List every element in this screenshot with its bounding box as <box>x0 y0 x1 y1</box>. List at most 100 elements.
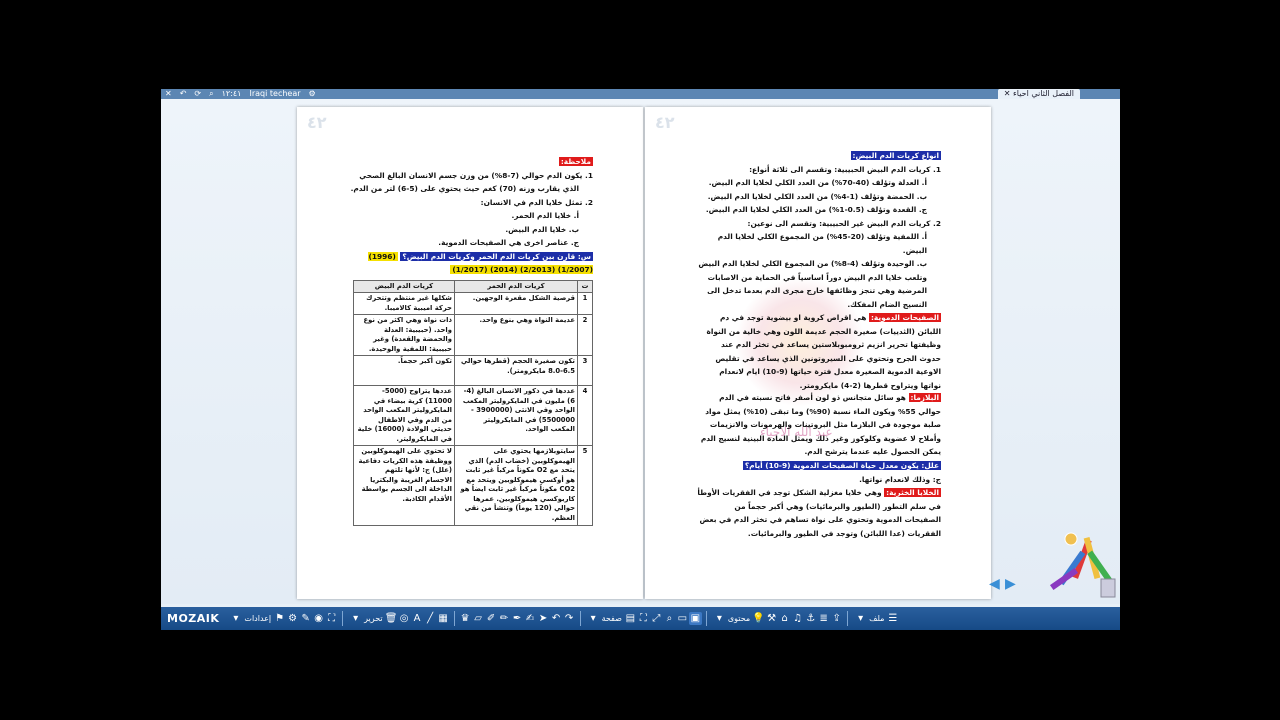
edit-menu[interactable]: ▾ تحرير <box>349 612 382 625</box>
separator <box>705 611 707 626</box>
dropdown-icon: ▾ <box>716 613 722 624</box>
fullscreen-icon[interactable]: ⛶ <box>637 612 650 625</box>
platelets-text: هي اقراص كروية او بيضوية توجد في دم اللب… <box>706 313 941 390</box>
section-heading: انواع كريات الدم البيض: <box>850 151 941 160</box>
document-tab[interactable]: ✕ الفصل الثاني احياء <box>997 89 1080 99</box>
table-cell: 5 <box>577 445 593 526</box>
media-icon[interactable]: ♫ <box>791 612 804 625</box>
reader-app-window: ✕ ↶ ⟳ ⌕ ١٢:٤١ Iraqi techear ⚙ ✕ الفصل ال… <box>161 89 1120 630</box>
separator <box>453 611 455 626</box>
refresh-icon[interactable]: ⟳ <box>194 89 201 99</box>
pages-view-icon[interactable]: ▤ <box>624 612 637 625</box>
line-tool-icon[interactable]: ╱ <box>424 612 437 625</box>
next-page-icon[interactable]: ▶ <box>1005 577 1019 591</box>
eraser-icon[interactable]: ▱ <box>472 612 485 625</box>
text-line: المرضية وهي تنجز وظائفها خارج مجرى الدم … <box>707 286 927 295</box>
text-line: أ. العدلة وتؤلف (40-70%) من العدد الكلي … <box>708 178 927 187</box>
page-menu[interactable]: ▾ صفحة <box>587 612 622 625</box>
separator <box>579 611 581 626</box>
library-icon[interactable]: ⌂ <box>778 612 791 625</box>
screenshot-icon[interactable]: ⛶ <box>325 612 338 625</box>
link-icon[interactable]: ⚓ <box>804 612 817 625</box>
text-line: أ. اللمفية وتؤلف (20-45%) من المجموع الك… <box>717 232 927 255</box>
time-readout: ١٢:٤١ <box>221 89 242 98</box>
text-line: ج. عناصر اخرى هي الصفيحات الدموية. <box>438 238 579 247</box>
plasma-text: هو سائل متجانس ذو لون أصفر فاتح نسبته في… <box>700 393 941 456</box>
pointer-icon[interactable]: ➤ <box>537 612 550 625</box>
dropdown-icon: ▾ <box>233 613 239 624</box>
pencils-decoration-icon <box>1049 532 1116 598</box>
table-cell: 1 <box>577 292 593 315</box>
page-left-content: ملاحظة: 1. يكون الدم حوالي (7-8%) من وزن… <box>349 155 593 526</box>
table-cell: لا تحتوي على الهيموكلوبين ووظيفة هذه الك… <box>353 445 455 526</box>
content-label: محتوى <box>727 614 751 623</box>
trash-icon[interactable]: 🗑 <box>385 612 398 625</box>
prev-page-icon[interactable]: ◀ <box>989 577 1003 591</box>
table-cell: عديمة النواة وهي بنوع واحد. <box>453 314 579 356</box>
book-workspace: ٤٢ ملاحظة: 1. يكون الدم حوالي (7-8%) من … <box>161 99 1120 604</box>
zoom-icon[interactable]: ⌕ <box>663 612 676 625</box>
table-cell: 3 <box>577 355 593 386</box>
lightbulb-icon[interactable]: 💡 <box>752 612 765 625</box>
spindle-paragraph: الخلايا الخثرية: وهي خلايا مغزلية الشكل … <box>697 486 941 540</box>
pencil-icon[interactable]: ✏ <box>498 612 511 625</box>
fit-icon[interactable]: ⤢ <box>650 612 663 625</box>
table-cell: تكون صغيرة الحجم (قطرها حوالي 6.5-8.0 ما… <box>453 355 579 386</box>
reason-label: علل: يكون معدل حياة الصفيحات الدموية (9-… <box>742 461 941 470</box>
back-icon[interactable]: ↶ <box>180 89 187 99</box>
edit-label: تحرير <box>364 614 383 623</box>
gear-icon[interactable]: ⚙ <box>286 612 299 625</box>
document-tab-label: الفصل الثاني احياء <box>1013 89 1074 98</box>
settings-gear-icon[interactable]: ⚙ <box>309 89 316 99</box>
table-row: 4 عددها في ذكور الانسان البالغ (4-6) ملي… <box>353 385 593 446</box>
file-menu[interactable]: ▾ ملف <box>854 612 884 625</box>
titlebar-right-tabs: ✕ الفصل الثاني احياء <box>997 89 1080 99</box>
table-cell: عددها يتراوح (5000-11000) كرية بيضاء في … <box>353 385 455 446</box>
settings-label: إعدادات <box>244 614 272 623</box>
undo-icon[interactable]: ↶ <box>550 612 563 625</box>
flag-icon[interactable]: ⚑ <box>273 612 286 625</box>
single-page-icon[interactable]: ▭ <box>676 612 689 625</box>
page-badge-icon[interactable]: ▣ <box>688 612 702 625</box>
text-line: النسيج الضام المفكك. <box>847 299 927 309</box>
note-label: ملاحظة: <box>558 157 593 166</box>
crown-icon[interactable]: ♛ <box>459 612 472 625</box>
layers-icon[interactable]: ≣ <box>817 612 830 625</box>
separator <box>847 611 849 626</box>
search-icon[interactable]: ⌕ <box>209 89 213 99</box>
book-page-left: ٤٢ ملاحظة: 1. يكون الدم حوالي (7-8%) من … <box>297 107 643 599</box>
menu-icon[interactable]: ☰ <box>886 612 899 625</box>
text-line: الذي يقارب وزنه (70) كغم حيث يحتوي على (… <box>350 184 579 193</box>
camera-icon[interactable]: ◉ <box>312 612 325 625</box>
comparison-table: ت كريات الدم الحمر كريات الدم البيض 1 قر… <box>353 279 593 526</box>
table-header: كريات الدم الحمر <box>453 279 579 293</box>
plasma-paragraph: البلازما: هو سائل متجانس ذو لون أصفر فات… <box>697 391 941 459</box>
content-menu[interactable]: ▾ محتوى <box>713 612 750 625</box>
table-cell: قرصية الشكل مقعرة الوجهين. <box>453 292 579 315</box>
pen-icon[interactable]: ✎ <box>299 612 312 625</box>
dropdown-icon: ▾ <box>590 613 596 624</box>
marker-icon[interactable]: ✐ <box>485 612 498 625</box>
settings-menu[interactable]: ▾ إعدادات <box>229 612 271 625</box>
table-row: 1 قرصية الشكل مقعرة الوجهين. شكلها غير م… <box>353 292 593 315</box>
brush-icon[interactable]: ✍ <box>524 612 537 625</box>
mozaik-logo: MOZAIK <box>167 612 220 625</box>
table-cell: عددها في ذكور الانسان البالغ (4-6) مليون… <box>453 385 579 446</box>
close-icon[interactable]: ✕ <box>165 89 172 99</box>
dropdown-icon: ▾ <box>353 613 359 624</box>
bottom-toolbar: MOZAIK ▾ إعدادات ⚑ ⚙ ✎ ◉ ⛶ ▾ تحرير 🗑 ◎ A… <box>161 607 1120 630</box>
redo-icon[interactable]: ↷ <box>563 612 576 625</box>
shape-icon[interactable]: ◎ <box>398 612 411 625</box>
tab-close-icon[interactable]: ✕ <box>1004 89 1011 98</box>
plasma-label: البلازما: <box>908 393 941 402</box>
text-tool-icon[interactable]: A <box>411 612 424 625</box>
text-line: 2. تمثل خلايا الدم في الانسان: <box>480 197 593 207</box>
table-cell: شكلها غير منتظم وتتحرك حركة اميبية كالام… <box>353 292 455 315</box>
separator <box>342 611 344 626</box>
page-number: ٤٢ <box>655 113 675 132</box>
share-icon[interactable]: ⇪ <box>830 612 843 625</box>
table-cell: 2 <box>577 314 593 356</box>
highlighter-icon[interactable]: ✒ <box>511 612 524 625</box>
tools-icon[interactable]: ⚒ <box>765 612 778 625</box>
grid-icon[interactable]: ▦ <box>437 612 450 625</box>
